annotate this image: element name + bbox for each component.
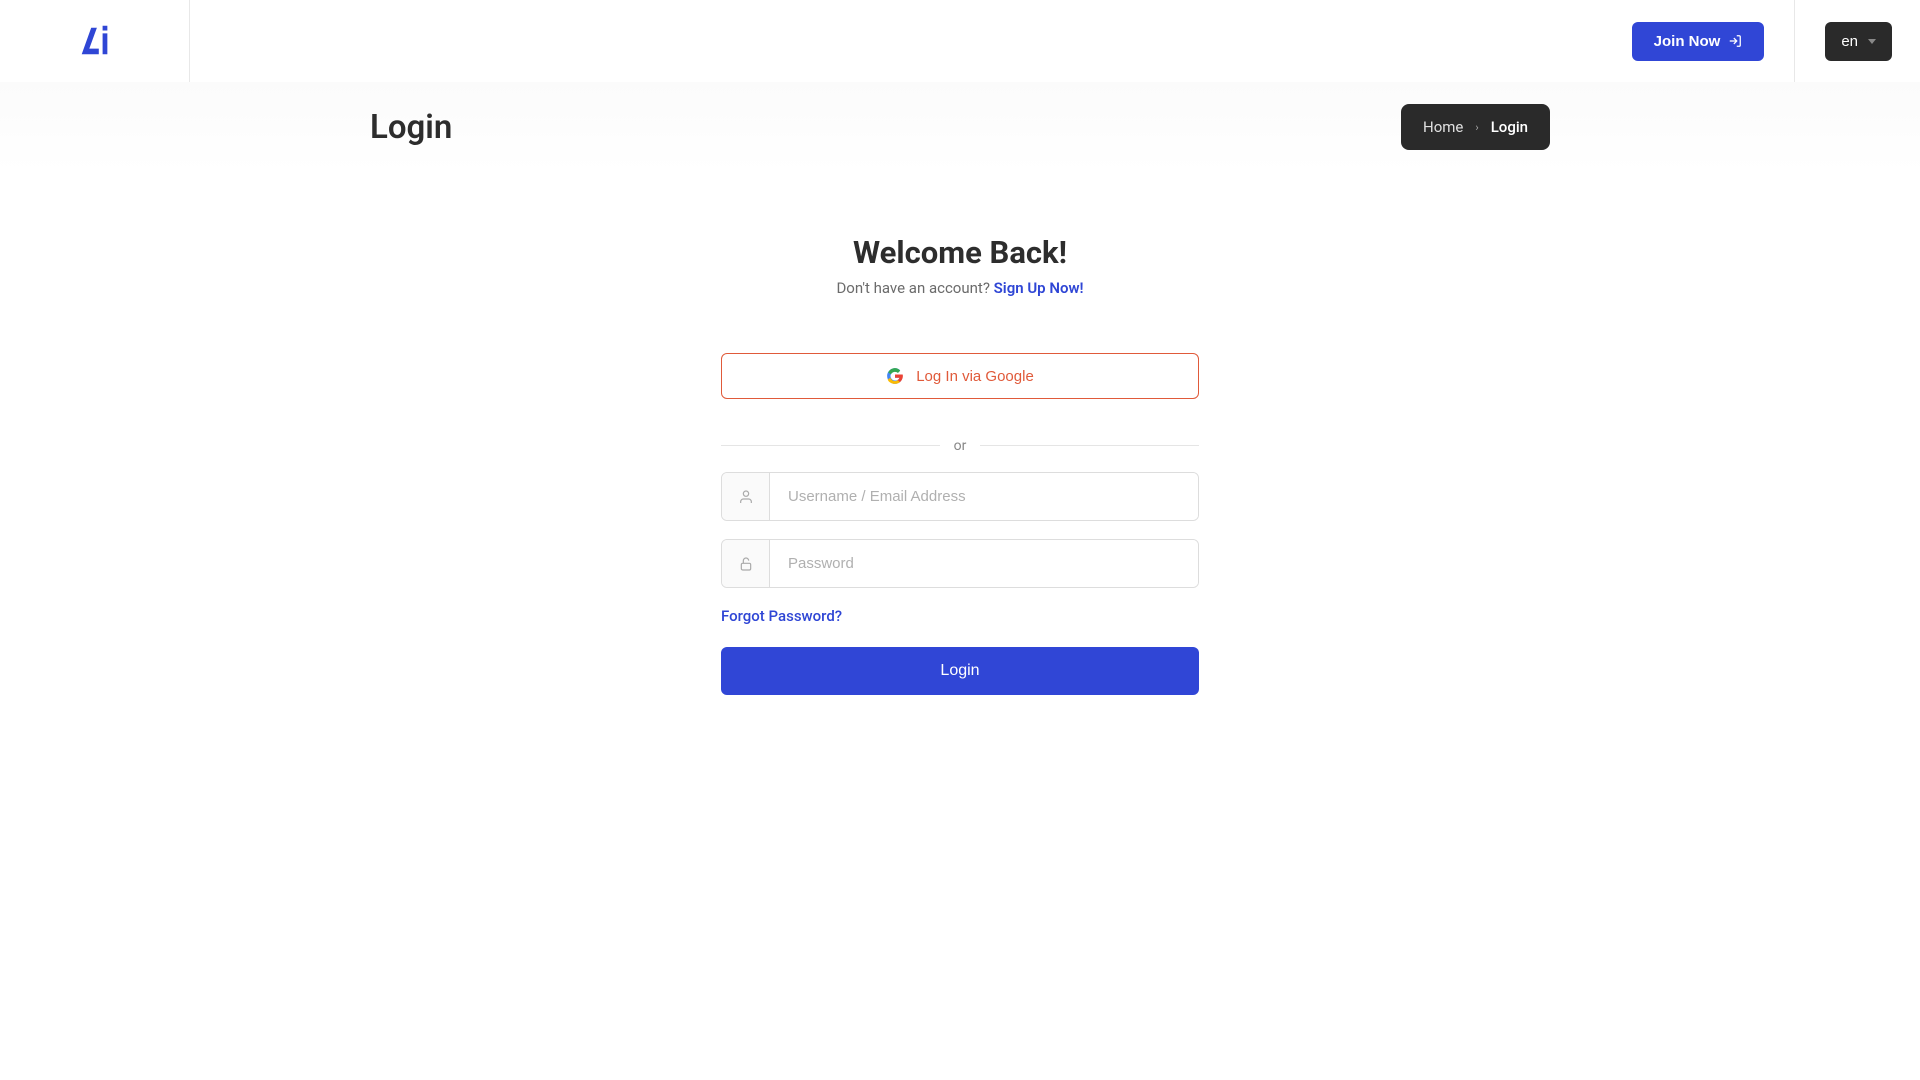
no-account-text: Don't have an account? <box>836 279 993 297</box>
chevron-down-icon <box>1868 39 1876 44</box>
password-input[interactable] <box>770 540 1198 587</box>
welcome-heading: Welcome Back! <box>853 234 1067 271</box>
or-text: or <box>940 438 981 454</box>
username-group <box>721 472 1199 521</box>
login-button[interactable]: Login <box>721 647 1199 695</box>
chevron-right-icon: › <box>1475 121 1478 134</box>
language-select[interactable]: en <box>1825 22 1892 61</box>
google-login-button[interactable]: Log In via Google <box>721 353 1199 399</box>
google-icon <box>886 367 904 385</box>
lang-label: en <box>1841 33 1858 50</box>
header-right: Join Now en <box>1632 0 1892 82</box>
signup-prompt: Don't have an account? Sign Up Now! <box>836 279 1083 297</box>
main: Welcome Back! Don't have an account? Sig… <box>0 172 1920 695</box>
password-group <box>721 539 1199 588</box>
page-title: Login <box>370 108 452 147</box>
divider <box>1794 0 1795 82</box>
logo[interactable] <box>76 22 114 60</box>
forgot-password-link[interactable]: Forgot Password? <box>721 607 842 625</box>
user-icon <box>722 473 770 520</box>
join-now-button[interactable]: Join Now <box>1632 22 1765 61</box>
google-login-label: Log In via Google <box>916 368 1034 385</box>
login-form: Log In via Google or Forgot P <box>721 353 1199 695</box>
title-bar: Login Home › Login <box>0 82 1920 172</box>
breadcrumb: Home › Login <box>1401 104 1550 150</box>
logo-section <box>0 0 190 82</box>
breadcrumb-current: Login <box>1491 118 1528 136</box>
signup-link[interactable]: Sign Up Now! <box>994 279 1084 297</box>
header: Join Now en <box>0 0 1920 82</box>
username-input[interactable] <box>770 473 1198 520</box>
or-divider: or <box>721 435 1199 454</box>
login-arrow-icon <box>1728 34 1742 48</box>
join-label: Join Now <box>1654 33 1721 50</box>
lock-icon <box>722 540 770 587</box>
breadcrumb-home[interactable]: Home <box>1423 118 1463 136</box>
